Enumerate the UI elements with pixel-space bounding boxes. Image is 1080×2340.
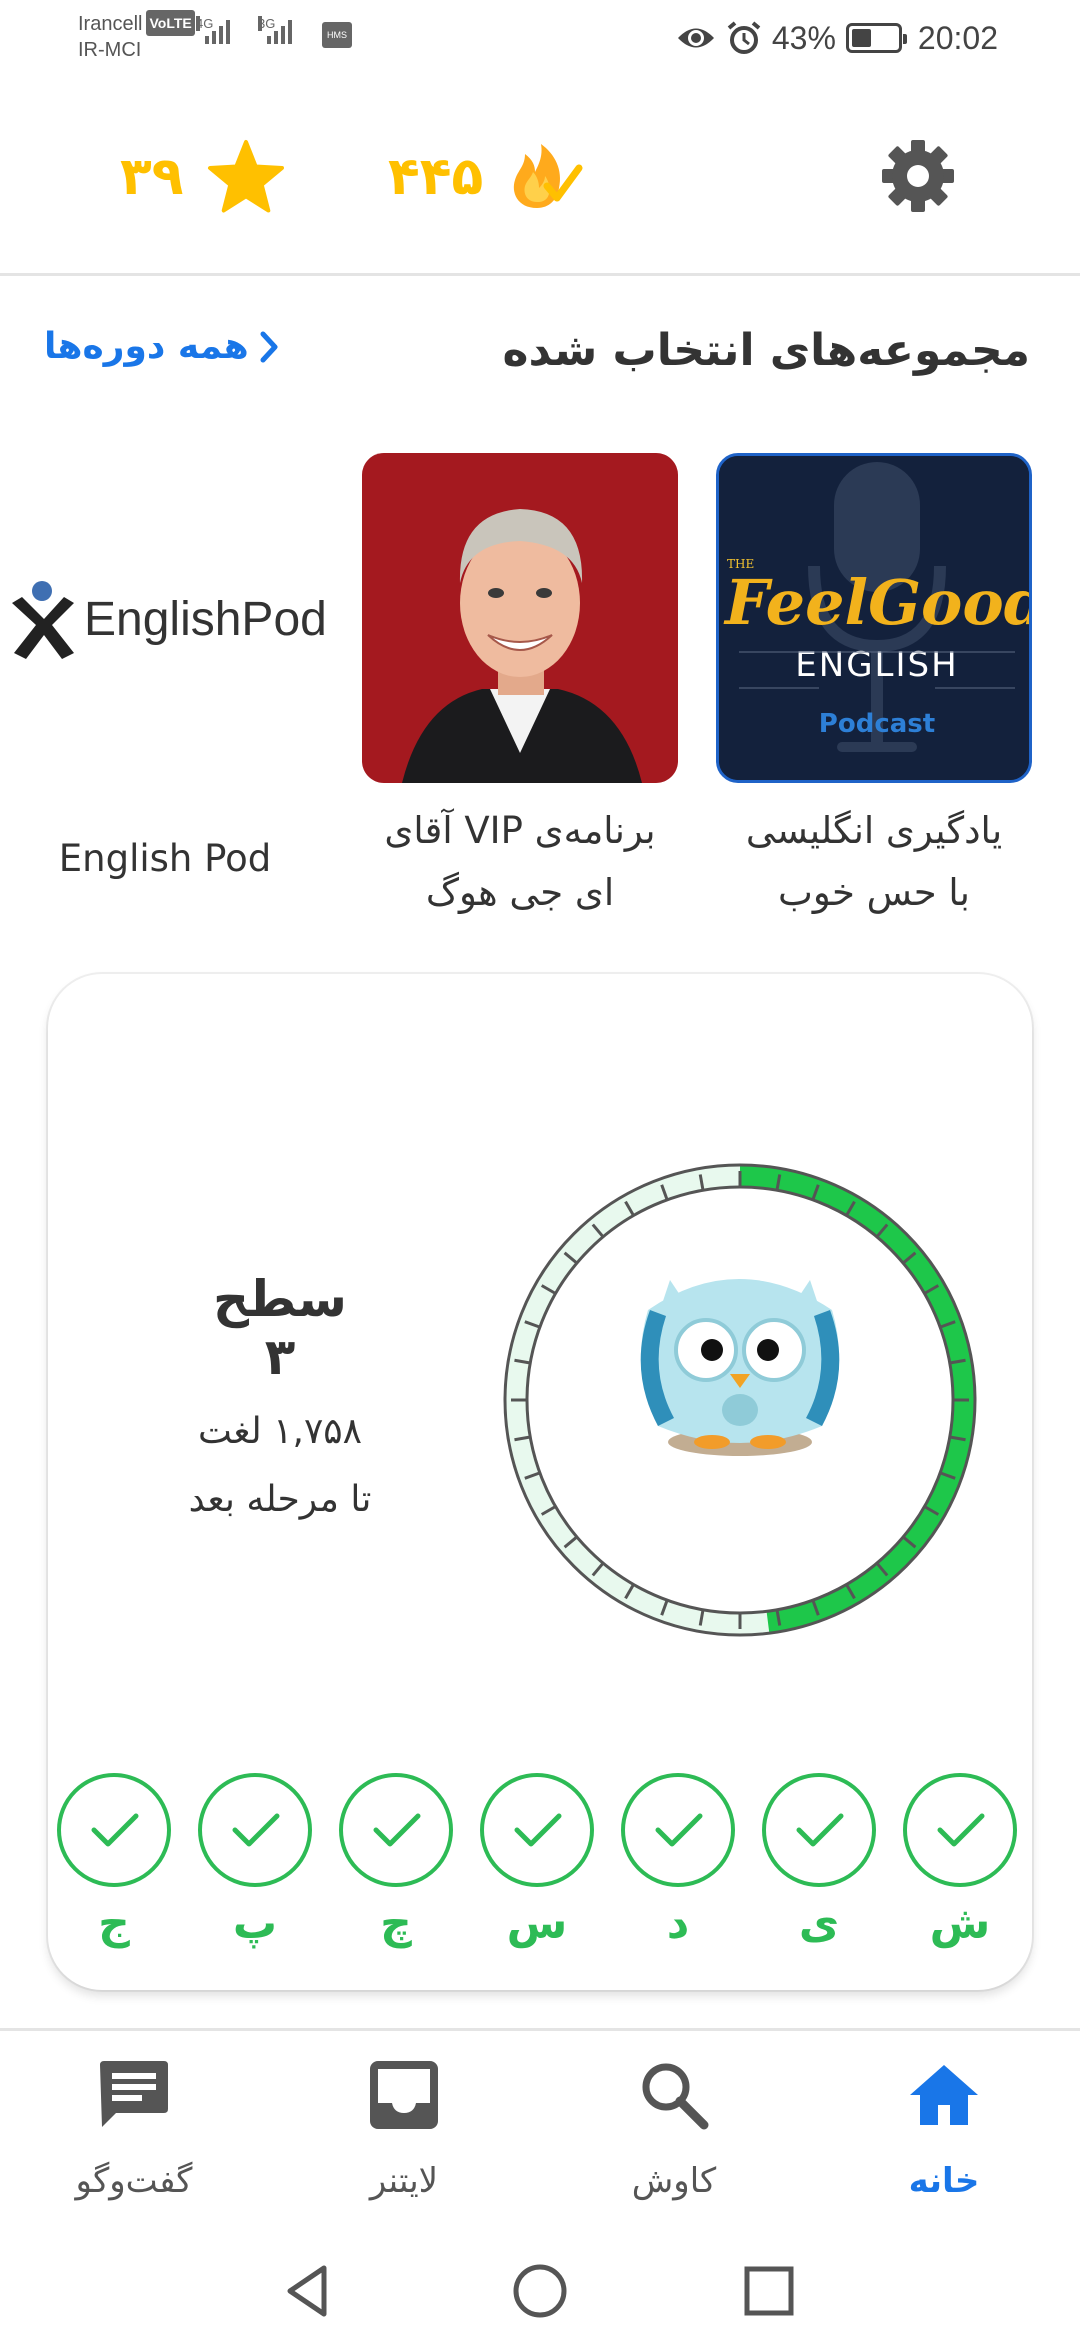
collection-card-feelgood[interactable]: THE FeelGood ENGLISH Podcast [716, 453, 1032, 783]
svg-text:Podcast: Podcast [819, 709, 935, 739]
check-icon [198, 1773, 312, 1887]
day-letter: س [506, 1898, 568, 1949]
nav-leitner[interactable]: لایتنر [294, 2031, 514, 2251]
stars-counter[interactable]: ۳۹ [120, 132, 285, 222]
battery-icon [845, 23, 907, 53]
collection-label-ajhoge: برنامه‌ی VIP آقای ای جی هوگ [384, 809, 656, 914]
chevron-right-icon [260, 331, 278, 362]
system-nav [0, 2240, 1080, 2340]
carrier-info: Irancell VoLTE IR-MCI [78, 10, 195, 63]
collection-card-englishpod[interactable]: EnglishPod [0, 453, 330, 783]
day-check-4 [479, 1772, 595, 1888]
home-icon [910, 2065, 978, 2125]
status-right: 43% 20:02 [676, 16, 998, 60]
check-icon [339, 1773, 453, 1887]
chat-icon [100, 2061, 168, 2127]
owl-mascot-icon [640, 1279, 840, 1456]
nav-chat-label: گفت‌وگو [75, 2161, 193, 2201]
englishpod-logo-text: EnglishPod [84, 593, 327, 646]
bottom-nav: خانه کاوش لایتنر گفت‌وگو [0, 2028, 1080, 2260]
search-icon [642, 2063, 709, 2130]
day-letter: پ [232, 1898, 278, 1949]
day-letter: ج [98, 1898, 130, 1949]
nav-chat[interactable]: گفت‌وگو [24, 2031, 244, 2251]
volte-badge: VoLTE [146, 10, 195, 36]
star-icon [208, 140, 285, 213]
svg-text:ENGLISH: ENGLISH [795, 645, 958, 685]
streak-count: ۴۴۵ [388, 147, 484, 207]
ajhoge-portrait-image [362, 453, 678, 783]
back-icon[interactable] [274, 2256, 344, 2326]
signal-4g-icon: 4G [196, 16, 230, 44]
collection-card-ajhoge[interactable] [362, 453, 678, 783]
carrier-name-2: IR-MCI [78, 39, 142, 61]
check-icon [480, 1773, 594, 1887]
streak-counter[interactable]: ۴۴۵ [388, 132, 583, 222]
day-check-5 [338, 1772, 454, 1888]
until-next-label: تا مرحله بعد [188, 1479, 372, 1520]
carrier-name-1: Irancell [78, 13, 143, 35]
home-circle-icon[interactable] [505, 2256, 575, 2326]
status-bar: Irancell VoLTE IR-MCI 4G 3G HMS 43% 20:02 [0, 0, 1080, 80]
day-check-1 [902, 1772, 1018, 1888]
day-check-7 [56, 1772, 172, 1888]
nav-leitner-label: لایتنر [369, 2161, 439, 2201]
day-letter: د [666, 1898, 690, 1949]
streak-flame-icon [514, 144, 583, 208]
level-subtitle: ۱,۷۵۸ لغت تا مرحله بعد [150, 1398, 410, 1534]
hms-icon: HMS [322, 22, 352, 48]
collection-label-englishpod: English Pod [58, 837, 272, 880]
check-icon [621, 1773, 735, 1887]
day-check-2 [761, 1772, 877, 1888]
all-courses-label: همه دوره‌ها [44, 326, 249, 367]
collection-label-feelgood: یادگیری انگلیسی با حس خوب [745, 809, 1003, 914]
day-letter: ش [929, 1898, 991, 1949]
inbox-icon [370, 2061, 438, 2129]
eye-icon [677, 28, 714, 48]
stars-count: ۳۹ [120, 147, 184, 207]
section-title: مجموعه‌های انتخاب شده [502, 325, 1030, 376]
check-icon [762, 1773, 876, 1887]
signal-3g-icon: 3G [258, 16, 292, 44]
nav-explore[interactable]: کاوش [564, 2031, 784, 2251]
all-courses-link[interactable]: همه دوره‌ها [44, 326, 279, 367]
words-to-next: ۱,۷۵۸ لغت [198, 1411, 362, 1452]
recents-icon[interactable] [734, 2256, 804, 2326]
feelgood-cover-image: THE FeelGood ENGLISH Podcast [719, 456, 1032, 780]
day-check-3 [620, 1772, 736, 1888]
gear-icon[interactable] [878, 136, 958, 216]
day-check-6 [197, 1772, 313, 1888]
battery-percent: 43% [771, 19, 836, 56]
feelgood-logo-text: FeelGood [723, 566, 1032, 639]
nav-home-label: خانه [908, 2161, 980, 2201]
check-icon [903, 1773, 1017, 1887]
alarm-icon [727, 21, 761, 54]
nav-explore-label: کاوش [631, 2161, 717, 2201]
check-icon [57, 1773, 171, 1887]
day-letter: چ [380, 1898, 412, 1949]
level-title: سطح ۳ [213, 1270, 347, 1386]
day-letter: ی [798, 1898, 840, 1949]
top-bar: ۳۹ ۴۴۵ [0, 80, 1080, 276]
clock: 20:02 [917, 19, 998, 56]
level-progress-ring [503, 1163, 977, 1637]
nav-home[interactable]: خانه [834, 2031, 1054, 2251]
englishpod-logo-image: EnglishPod [12, 581, 327, 659]
